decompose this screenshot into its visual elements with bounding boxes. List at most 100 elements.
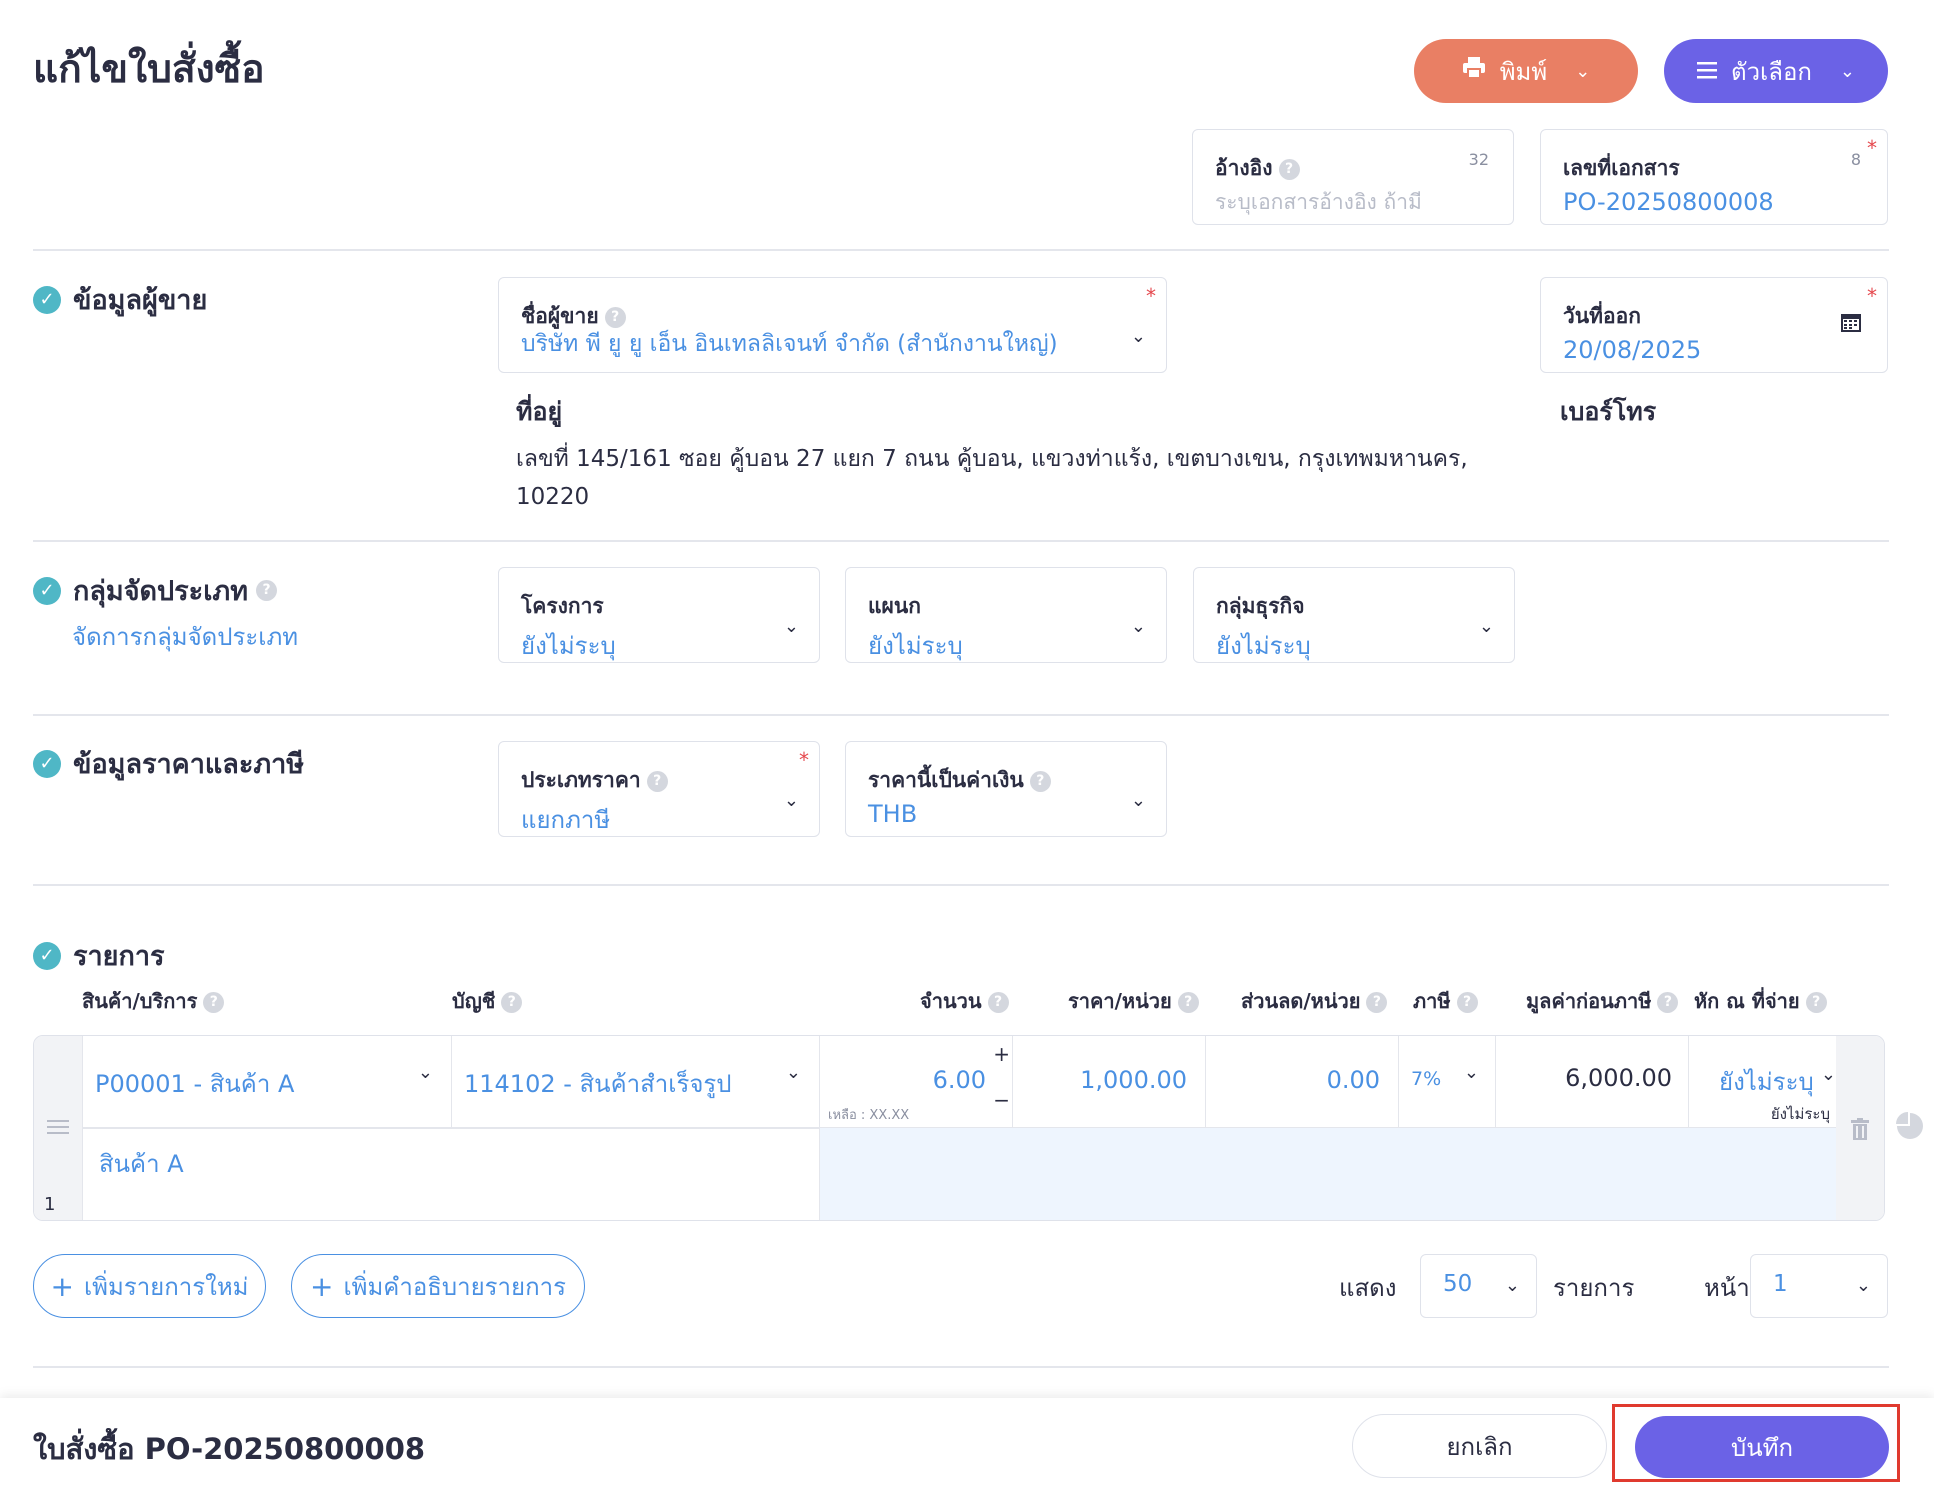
increment-icon[interactable]: +	[993, 1042, 1010, 1066]
chevron-down-icon: ⌄	[783, 790, 799, 811]
item-description-input[interactable]: สินค้า A	[82, 1128, 820, 1220]
chevron-down-icon: ⌄	[783, 616, 799, 637]
trash-icon[interactable]	[1850, 1118, 1870, 1144]
tax-value: 7%	[1411, 1068, 1442, 1090]
drag-handle[interactable]: 1	[34, 1036, 82, 1220]
per-page-select[interactable]: 50 ⌄	[1420, 1254, 1537, 1318]
check-circle-icon: ✓	[33, 749, 61, 778]
required-marker: *	[799, 748, 809, 772]
withholding-value: ยังไม่ระบุ	[1719, 1068, 1814, 1096]
reference-char-count: 32	[1468, 150, 1489, 169]
pie-chart-icon[interactable]	[1896, 1112, 1924, 1144]
divider	[33, 1366, 1889, 1368]
row-actions	[1836, 1036, 1884, 1220]
pricing-section-title: ✓ ข้อมูลราคาและภาษี	[33, 742, 304, 785]
plus-icon: +	[50, 1269, 74, 1303]
help-icon[interactable]: ?	[256, 580, 278, 601]
description-extra-area	[820, 1128, 1836, 1220]
business-group-select[interactable]: กลุ่มธุรกิจ ยังไม่ระบุ ⌄	[1193, 567, 1515, 663]
chevron-down-icon: ⌄	[1463, 1062, 1479, 1083]
save-button-highlight: บันทึก	[1612, 1404, 1900, 1482]
doc-number-input[interactable]: PO-20250800008	[1563, 188, 1774, 216]
divider	[33, 714, 1889, 716]
reference-label: อ้างอิง	[1215, 156, 1273, 180]
unit-price-input[interactable]: 1,000.00	[1013, 1036, 1206, 1128]
decrement-icon[interactable]: −	[993, 1088, 1010, 1112]
withholding-select[interactable]: ยังไม่ระบุ ⌄ ยังไม่ระบุ	[1689, 1036, 1838, 1128]
required-marker: *	[1867, 284, 1877, 308]
qty-value: 6.00	[932, 1066, 986, 1094]
cancel-button[interactable]: ยกเลิก	[1352, 1414, 1607, 1478]
address-label: ที่อยู่	[516, 397, 563, 426]
drag-handle-icon[interactable]	[47, 1118, 69, 1140]
seller-section-title: ✓ ข้อมูลผู้ขาย	[33, 278, 207, 321]
price-type-label: ประเภทราคา	[521, 768, 641, 792]
required-marker: *	[1867, 136, 1877, 160]
business-group-value: ยังไม่ระบุ	[1216, 632, 1311, 660]
help-icon[interactable]: ?	[1278, 158, 1300, 180]
manage-classification-link[interactable]: จัดการกลุ่มจัดประเภท	[72, 617, 298, 656]
save-button[interactable]: บันทึก	[1635, 1416, 1889, 1478]
chevron-down-icon: ⌄	[1130, 326, 1146, 347]
page-select[interactable]: 1 ⌄	[1750, 1254, 1888, 1318]
price-type-select[interactable]: ประเภทราคา? * แยกภาษี ⌄	[498, 741, 820, 837]
add-description-button[interactable]: + เพิ่มคำอธิบายรายการ	[291, 1254, 585, 1318]
options-label: ตัวเลือก	[1730, 57, 1812, 86]
department-select[interactable]: แผนก ยังไม่ระบุ ⌄	[845, 567, 1167, 663]
reference-field[interactable]: อ้างอิง? 32 ระบุเอกสารอ้างอิง ถ้ามี	[1192, 129, 1514, 225]
add-item-button[interactable]: + เพิ่มรายการใหม่	[33, 1254, 266, 1318]
items-section-title: ✓ รายการ	[33, 934, 165, 977]
add-description-label: เพิ่มคำอธิบายรายการ	[343, 1272, 566, 1301]
withholding-subtext: ยังไม่ระบุ	[1770, 1105, 1830, 1123]
doc-number-field[interactable]: เลขที่เอกสาร 8 * PO-20250800008	[1540, 129, 1888, 225]
chevron-down-icon: ⌄	[785, 1062, 801, 1083]
required-marker: *	[1146, 284, 1156, 308]
chevron-down-icon: ⌄	[1504, 1275, 1520, 1296]
issue-date-field[interactable]: วันที่ออก * 20/08/2025	[1540, 277, 1888, 373]
tax-select[interactable]: 7% ⌄	[1399, 1036, 1496, 1128]
seller-name-select[interactable]: ชื่อผู้ขาย? * บริษัท พี ยู ยู เอ็น อินเท…	[498, 277, 1167, 373]
chevron-down-icon: ⌄	[1820, 1064, 1836, 1085]
options-button[interactable]: ตัวเลือก ⌄	[1664, 39, 1888, 103]
help-icon[interactable]: ?	[646, 770, 668, 792]
issue-date-label: วันที่ออก	[1563, 304, 1641, 328]
product-select[interactable]: P00001 - สินค้า A ⌄	[82, 1036, 452, 1128]
column-header-discount: ส่วนลด/หน่วย?	[1241, 985, 1388, 1017]
seller-name-label: ชื่อผู้ขาย	[521, 304, 599, 328]
phone-label: เบอร์โทร	[1560, 397, 1657, 426]
account-select[interactable]: 114102 - สินค้าสำเร็จรูป ⌄	[452, 1036, 820, 1128]
column-header-unit-price: ราคา/หน่วย?	[1068, 985, 1199, 1017]
help-icon[interactable]: ?	[1029, 770, 1051, 792]
unit-price-value: 1,000.00	[1080, 1066, 1187, 1094]
show-label: แสดง	[1339, 1274, 1397, 1302]
chevron-down-icon: ⌄	[1478, 616, 1494, 637]
plus-icon: +	[309, 1269, 334, 1303]
discount-input[interactable]: 0.00	[1206, 1036, 1399, 1128]
check-circle-icon: ✓	[33, 941, 61, 970]
doc-number-char-count: 8	[1850, 150, 1861, 169]
calendar-icon[interactable]	[1841, 312, 1861, 336]
help-icon[interactable]: ?	[604, 306, 626, 328]
items-label: รายการ	[1553, 1274, 1635, 1302]
column-header-qty: จำนวน?	[920, 985, 1009, 1017]
currency-select[interactable]: ราคานี้เป็นค่าเงิน? THB ⌄	[845, 741, 1167, 837]
reference-input[interactable]: ระบุเอกสารอ้างอิง ถ้ามี	[1215, 186, 1422, 219]
qty-input[interactable]: 6.00 + − เหลือ : XX.XX	[820, 1036, 1013, 1128]
footer-title: ใบสั่งซื้อ PO-20250800008	[33, 1432, 426, 1466]
project-label: โครงการ	[521, 594, 604, 618]
product-value: P00001 - สินค้า A	[95, 1070, 295, 1098]
print-label: พิมพ์	[1499, 57, 1548, 86]
project-value: ยังไม่ระบุ	[521, 632, 616, 660]
divider	[33, 249, 1889, 251]
discount-value: 0.00	[1326, 1066, 1380, 1094]
divider	[33, 884, 1889, 886]
per-page-value: 50	[1443, 1271, 1473, 1297]
print-button[interactable]: พิมพ์ ⌄	[1414, 39, 1638, 103]
issue-date-value[interactable]: 20/08/2025	[1563, 336, 1701, 364]
currency-value: THB	[868, 800, 918, 828]
project-select[interactable]: โครงการ ยังไม่ระบุ ⌄	[498, 567, 820, 663]
item-row: 1 P00001 - สินค้า A ⌄ 114102 - สินค้าสำเ…	[33, 1035, 1885, 1221]
divider	[33, 540, 1889, 542]
printer-icon	[1462, 57, 1486, 85]
column-header-tax: ภาษี?	[1413, 985, 1478, 1017]
